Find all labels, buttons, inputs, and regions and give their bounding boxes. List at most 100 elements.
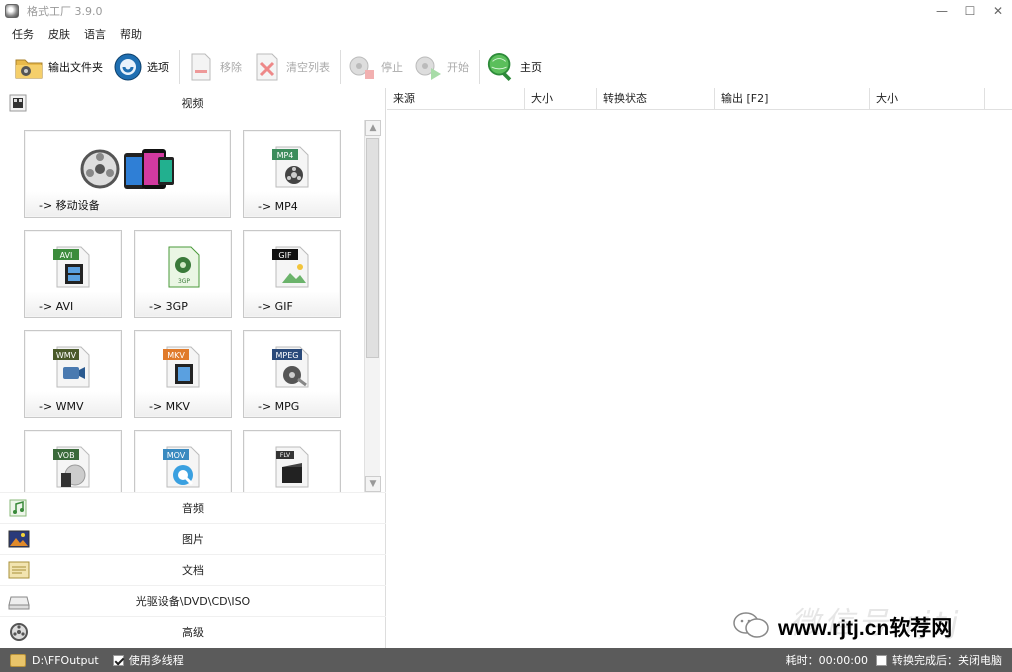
multithread-checkbox[interactable] <box>112 654 124 666</box>
toolbar-separator <box>340 50 341 84</box>
menu-skin[interactable]: 皮肤 <box>48 26 70 42</box>
tile-label: -> 3GP <box>149 300 188 313</box>
category-panel: 视频 -> 移动设备 MP4 -> MP4 AVI -> AVI 3GP -> … <box>0 88 386 648</box>
remove-button[interactable]: 移除 <box>186 49 242 85</box>
output-folder-button[interactable]: 输出文件夹 <box>14 49 103 85</box>
clear-list-button[interactable]: 清空列表 <box>252 49 330 85</box>
window-controls: — ☐ ✕ <box>928 0 1012 22</box>
tile-gif[interactable]: GIF -> GIF <box>243 230 341 318</box>
menu-task[interactable]: 任务 <box>12 26 34 42</box>
stop-button[interactable]: 停止 <box>347 49 403 85</box>
tile-mov[interactable]: MOV <box>134 430 232 492</box>
column-output-size[interactable]: 大小 <box>870 88 985 109</box>
document-icon <box>8 560 30 580</box>
mp4-file-icon: MP4 <box>270 143 314 194</box>
tile-label: -> WMV <box>39 400 84 413</box>
after-done-label[interactable]: 转换完成后：关闭电脑 <box>892 652 1002 668</box>
tile-3gp[interactable]: 3GP -> 3GP <box>134 230 232 318</box>
vob-badge: VOB <box>57 451 74 460</box>
title-bar: 格式工厂 3.9.0 — ☐ ✕ <box>0 0 1012 22</box>
mkv-file-icon: MKV <box>161 343 205 394</box>
output-path[interactable]: D:\FFOutput <box>32 654 99 667</box>
3gp-file-icon: 3GP <box>161 243 205 294</box>
category-audio[interactable]: 音频 <box>0 492 386 523</box>
tile-label: -> GIF <box>258 300 293 313</box>
column-source[interactable]: 来源 <box>387 88 525 109</box>
column-status[interactable]: 转换状态 <box>597 88 715 109</box>
clear-list-label: 清空列表 <box>286 61 330 74</box>
category-picture-label: 图片 <box>182 533 204 546</box>
window-title: 格式工厂 3.9.0 <box>27 5 103 18</box>
multithread-label[interactable]: 使用多线程 <box>129 652 184 668</box>
options-label: 选项 <box>147 61 169 74</box>
tile-mp4[interactable]: MP4 -> MP4 <box>243 130 341 218</box>
options-gear-icon <box>113 52 143 82</box>
task-table: 来源 大小 转换状态 输出 [F2] 大小 <box>387 88 1012 648</box>
category-audio-label: 音频 <box>182 502 204 515</box>
home-button[interactable]: 主页 <box>486 49 542 85</box>
video-film-icon <box>8 93 28 113</box>
category-document[interactable]: 文档 <box>0 554 386 585</box>
vob-file-icon: VOB <box>51 443 95 492</box>
category-advanced[interactable]: 高级 <box>0 616 386 647</box>
stop-label: 停止 <box>381 61 403 74</box>
tile-mkv[interactable]: MKV -> MKV <box>134 330 232 418</box>
music-note-icon <box>8 498 28 518</box>
tile-label: -> MP4 <box>258 200 298 213</box>
video-format-grid: -> 移动设备 MP4 -> MP4 AVI -> AVI 3GP -> 3GP… <box>0 118 386 492</box>
category-optical-drive[interactable]: 光驱设备\DVD\CD\ISO <box>0 585 386 616</box>
column-output[interactable]: 输出 [F2] <box>715 88 870 109</box>
start-button[interactable]: 开始 <box>413 49 469 85</box>
after-done-checkbox[interactable] <box>876 654 887 666</box>
avi-badge: AVI <box>60 251 73 260</box>
menu-bar: 任务 皮肤 语言 帮助 <box>0 24 156 44</box>
output-folder-icon[interactable] <box>10 653 26 667</box>
close-button[interactable]: ✕ <box>984 0 1012 22</box>
mobile-device-icon <box>80 143 176 196</box>
start-label: 开始 <box>447 61 469 74</box>
stop-icon <box>347 52 377 82</box>
folder-icon <box>14 52 44 82</box>
picture-icon <box>8 529 30 549</box>
advanced-reel-icon <box>8 622 28 642</box>
flv-file-icon: FLV <box>270 443 314 492</box>
menu-help[interactable]: 帮助 <box>120 26 142 42</box>
column-size[interactable]: 大小 <box>525 88 597 109</box>
category-video[interactable]: 视频 <box>0 88 385 118</box>
category-advanced-label: 高级 <box>182 626 204 639</box>
clear-x-icon <box>252 52 282 82</box>
tile-mobile-device[interactable]: -> 移动设备 <box>24 130 231 218</box>
tile-mpg[interactable]: MPEG -> MPG <box>243 330 341 418</box>
category-optical-drive-label: 光驱设备\DVD\CD\ISO <box>135 595 251 608</box>
tile-vob[interactable]: VOB <box>24 430 122 492</box>
app-logo-icon <box>5 4 19 18</box>
maximize-button[interactable]: ☐ <box>956 0 984 22</box>
gif-file-icon: GIF <box>270 243 314 294</box>
toolbar-separator <box>179 50 180 84</box>
toolbar: 输出文件夹 选项 移除 清空列表 停止 开始 主页 <box>0 46 1012 88</box>
category-document-label: 文档 <box>182 564 204 577</box>
options-button[interactable]: 选项 <box>113 49 169 85</box>
scroll-thumb[interactable] <box>366 138 379 358</box>
scroll-down-arrow-icon[interactable]: ▼ <box>365 476 381 492</box>
tile-flv[interactable]: FLV <box>243 430 341 492</box>
category-video-label: 视频 <box>181 97 204 110</box>
start-play-icon <box>413 52 443 82</box>
wmv-badge: WMV <box>56 351 77 360</box>
tile-label: -> MKV <box>149 400 190 413</box>
menu-language[interactable]: 语言 <box>84 26 106 42</box>
home-globe-icon <box>486 52 516 82</box>
mov-file-icon: MOV <box>161 443 205 492</box>
minimize-button[interactable]: — <box>928 0 956 22</box>
tile-avi[interactable]: AVI -> AVI <box>24 230 122 318</box>
video-scrollbar[interactable]: ▲ ▼ <box>364 120 381 492</box>
tile-wmv[interactable]: WMV -> WMV <box>24 330 122 418</box>
scroll-up-arrow-icon[interactable]: ▲ <box>365 120 381 136</box>
category-picture[interactable]: 图片 <box>0 523 386 554</box>
mpeg-file-icon: MPEG <box>270 343 314 394</box>
tile-label: -> MPG <box>258 400 300 413</box>
wmv-file-icon: WMV <box>51 343 95 394</box>
status-right: 耗时：00:00:00 转换完成后：关闭电脑 <box>786 648 1002 672</box>
elapsed-time: 耗时：00:00:00 <box>785 654 868 667</box>
3gp-badge: 3GP <box>178 278 190 285</box>
